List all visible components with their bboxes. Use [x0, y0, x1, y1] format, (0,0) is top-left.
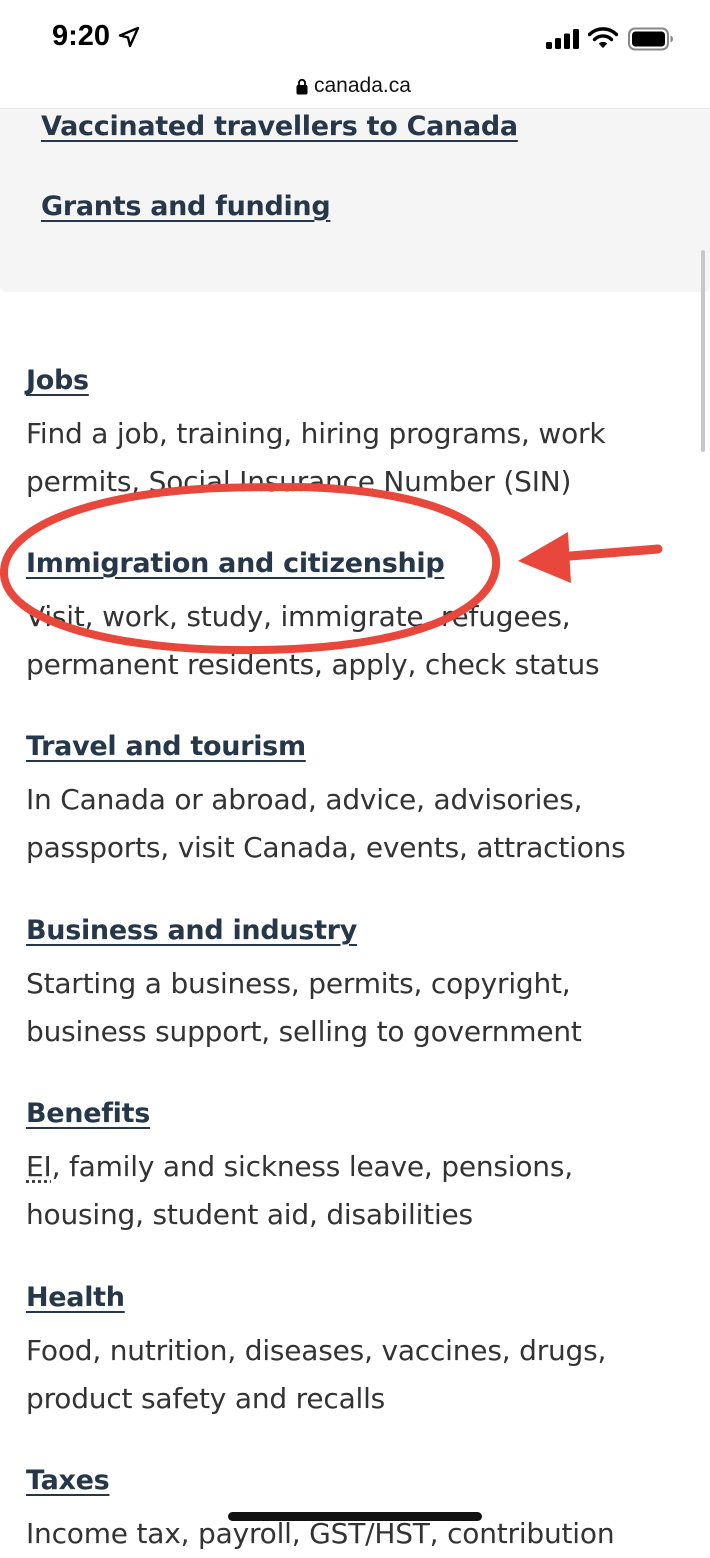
- description-text: , family and sickness leave, pensions,: [51, 1150, 574, 1183]
- topic-title-taxes[interactable]: Taxes: [26, 1465, 696, 1496]
- topic-title-health[interactable]: Health: [26, 1282, 696, 1313]
- description-line: housing, student aid, disabilities: [26, 1198, 473, 1231]
- topic-title-benefits[interactable]: Benefits: [26, 1098, 696, 1129]
- wifi-icon: [588, 27, 618, 48]
- topic-description: Starting a business, permits, copyright,…: [26, 960, 696, 1056]
- topic-description: In Canada or abroad, advice, advisories,…: [26, 776, 696, 872]
- browser-address-bar[interactable]: canada.ca: [0, 70, 710, 109]
- description-line: business support, selling to government: [26, 1015, 582, 1048]
- status-time: 9:20: [52, 20, 111, 52]
- topic-title-jobs[interactable]: Jobs: [26, 365, 696, 396]
- url-text: canada.ca: [314, 74, 411, 97]
- topic-jobs: Jobs Find a job, training, hiring progra…: [26, 365, 696, 506]
- topic-description: Food, nutrition, diseases, vaccines, dru…: [26, 1327, 696, 1423]
- topic-title-travel-tourism[interactable]: Travel and tourism: [26, 731, 696, 762]
- abbreviation-ei: EI: [26, 1150, 52, 1183]
- description-line: In Canada or abroad, advice, advisories,: [26, 783, 583, 816]
- description-line: Starting a business, permits, copyright,: [26, 967, 571, 1000]
- description-line: Find a job, training, hiring programs, w…: [26, 417, 606, 450]
- description-line: product safety and recalls: [26, 1382, 386, 1415]
- status-bar: 9:20: [0, 0, 710, 70]
- battery-icon: [628, 27, 673, 51]
- description-line: EI, family and sickness leave, pensions,: [26, 1143, 696, 1191]
- description-line: permits, Social Insurance Number (SIN): [26, 465, 572, 498]
- lock-icon: [296, 78, 308, 95]
- topic-travel-tourism: Travel and tourism In Canada or abroad, …: [26, 731, 696, 872]
- scroll-indicator[interactable]: [701, 250, 705, 452]
- topic-description: EI, family and sickness leave, pensions,…: [26, 1143, 696, 1239]
- topic-description: Find a job, training, hiring programs, w…: [26, 410, 696, 506]
- description-line: permanent residents, apply, check status: [26, 648, 600, 681]
- topic-title-immigration-citizenship[interactable]: Immigration and citizenship: [26, 548, 696, 579]
- topic-title-business-industry[interactable]: Business and industry: [26, 915, 696, 946]
- topic-immigration-citizenship: Immigration and citizenship Visit, work,…: [26, 548, 696, 689]
- description-line: passports, visit Canada, events, attract…: [26, 831, 626, 864]
- description-line: Food, nutrition, diseases, vaccines, dru…: [26, 1334, 607, 1367]
- featured-links-panel: Vaccinated travellers to Canada Grants a…: [0, 109, 710, 292]
- home-indicator[interactable]: [228, 1512, 482, 1521]
- topic-health: Health Food, nutrition, diseases, vaccin…: [26, 1282, 696, 1423]
- location-arrow-icon: [118, 26, 140, 48]
- featured-link-grants-funding[interactable]: Grants and funding: [41, 191, 331, 222]
- topic-business-industry: Business and industry Starting a busines…: [26, 915, 696, 1056]
- description-line: Visit, work, study, immigrate, refugees,: [26, 600, 571, 633]
- cellular-signal-icon: [546, 29, 579, 49]
- featured-link-vaccinated-travellers[interactable]: Vaccinated travellers to Canada: [41, 111, 518, 142]
- topic-description: Visit, work, study, immigrate, refugees,…: [26, 593, 696, 689]
- topic-benefits: Benefits EI, family and sickness leave, …: [26, 1098, 696, 1239]
